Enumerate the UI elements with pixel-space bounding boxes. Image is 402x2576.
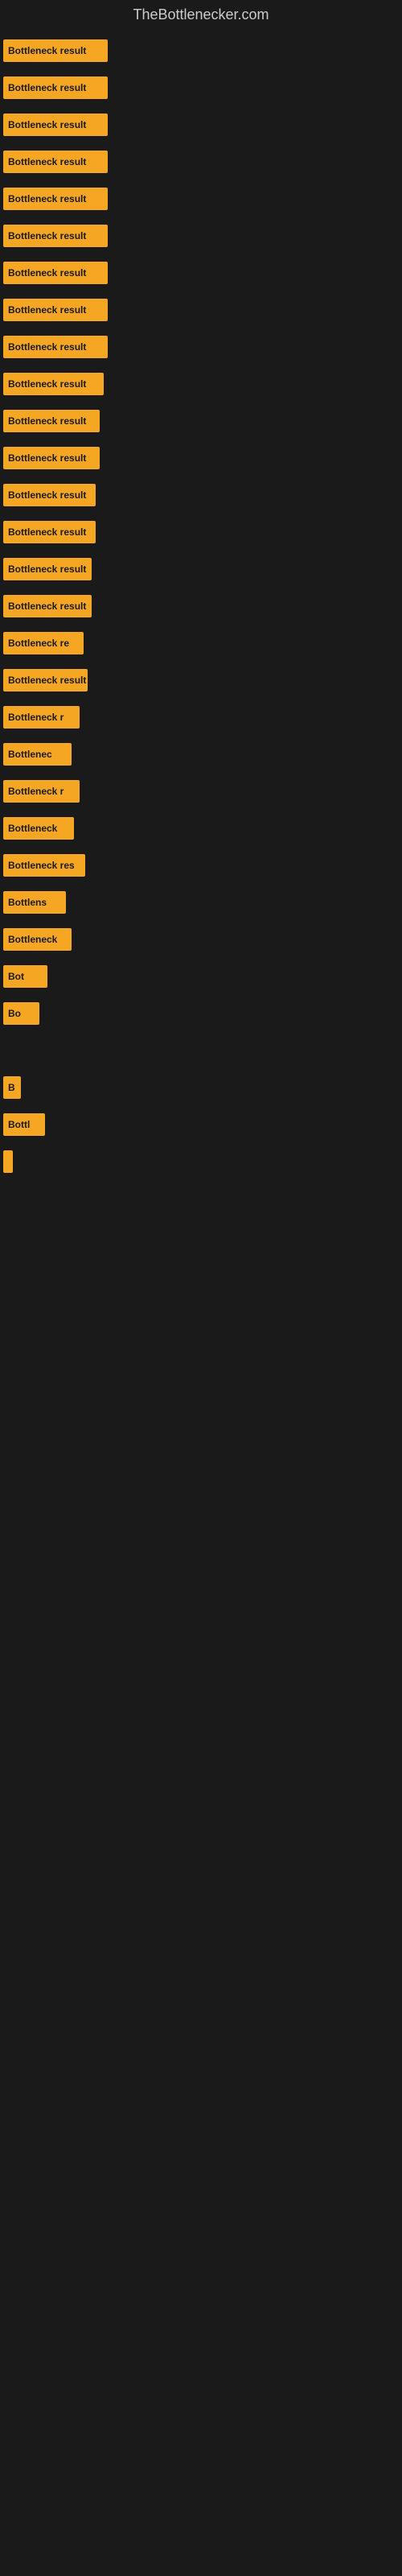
result-row: Bottleneck (3, 811, 399, 846)
result-bar[interactable]: Bottleneck result (3, 521, 96, 543)
result-bar[interactable]: Bottleneck result (3, 151, 108, 173)
result-row (3, 1144, 399, 1179)
result-row: Bottleneck result (3, 33, 399, 68)
result-bar[interactable]: B (3, 1076, 21, 1099)
result-row: B (3, 1070, 399, 1105)
result-row: Bottleneck result (3, 366, 399, 402)
result-row: Bottleneck res (3, 848, 399, 883)
result-bar[interactable]: Bottleneck result (3, 114, 108, 136)
result-bar[interactable]: Bottleneck result (3, 225, 108, 247)
result-row (3, 1440, 399, 1476)
result-bar[interactable]: Bottleneck result (3, 447, 100, 469)
result-row: Bottlenec (3, 737, 399, 772)
result-row: Bottleneck re (3, 625, 399, 661)
result-bar[interactable]: Bottleneck (3, 817, 74, 840)
result-row (3, 1403, 399, 1439)
result-bar[interactable]: Bottleneck result (3, 39, 108, 62)
result-row (3, 1181, 399, 1216)
result-row: Bottleneck result (3, 181, 399, 217)
result-row (3, 1218, 399, 1253)
result-row: Bottleneck result (3, 477, 399, 513)
result-bar[interactable]: Bottleneck result (3, 76, 108, 99)
result-row: Bottleneck r (3, 700, 399, 735)
result-bar[interactable]: Bottleneck r (3, 706, 80, 729)
result-row (3, 1366, 399, 1402)
result-row: Bottleneck result (3, 663, 399, 698)
result-row: Bottleneck result (3, 403, 399, 439)
result-bar[interactable]: Bottleneck result (3, 669, 88, 691)
result-bar[interactable]: Bottleneck result (3, 595, 92, 617)
result-row (3, 1477, 399, 1513)
result-bar[interactable]: Bottleneck r (3, 780, 80, 803)
result-row: Bottleneck result (3, 255, 399, 291)
result-row: Bottleneck (3, 922, 399, 957)
result-bar[interactable] (3, 1150, 13, 1173)
result-bar[interactable]: Bottleneck re (3, 632, 84, 654)
result-row: Bot (3, 959, 399, 994)
result-row: Bottleneck result (3, 218, 399, 254)
result-row: Bottleneck result (3, 329, 399, 365)
result-bar[interactable]: Bottleneck result (3, 484, 96, 506)
result-bar[interactable]: Bottleneck result (3, 410, 100, 432)
result-bar[interactable]: Bottleneck result (3, 558, 92, 580)
result-row: Bottleneck result (3, 440, 399, 476)
result-row: Bottleneck result (3, 588, 399, 624)
result-bar[interactable]: Bottleneck (3, 928, 72, 951)
result-bar[interactable]: Bottleneck result (3, 262, 108, 284)
result-bar[interactable]: Bottleneck result (3, 336, 108, 358)
result-row: Bottleneck result (3, 514, 399, 550)
result-row: Bottlens (3, 885, 399, 920)
result-row: Bottl (3, 1107, 399, 1142)
result-bar[interactable]: Bottleneck result (3, 299, 108, 321)
results-container: Bottleneck result Bottleneck result Bottle… (0, 33, 402, 1514)
result-bar[interactable]: Bottleneck result (3, 188, 108, 210)
result-bar[interactable]: Bottlens (3, 891, 66, 914)
result-row: Bottleneck result (3, 144, 399, 180)
result-row (3, 1255, 399, 1290)
result-bar[interactable]: Bot (3, 965, 47, 988)
site-title: TheBottlenecker.com (0, 0, 402, 33)
result-row (3, 1292, 399, 1327)
result-bar[interactable]: Bo (3, 1002, 39, 1025)
result-row: Bottleneck result (3, 70, 399, 105)
result-row (3, 1033, 399, 1068)
result-bar[interactable]: Bottleneck res (3, 854, 85, 877)
result-bar[interactable]: Bottlenec (3, 743, 72, 766)
result-bar[interactable]: Bottl (3, 1113, 45, 1136)
result-row: Bo (3, 996, 399, 1031)
result-row (3, 1329, 399, 1364)
result-row: Bottleneck r (3, 774, 399, 809)
result-row: Bottleneck result (3, 292, 399, 328)
result-row: Bottleneck result (3, 551, 399, 587)
result-row: Bottleneck result (3, 107, 399, 142)
result-bar[interactable]: Bottleneck result (3, 373, 104, 395)
